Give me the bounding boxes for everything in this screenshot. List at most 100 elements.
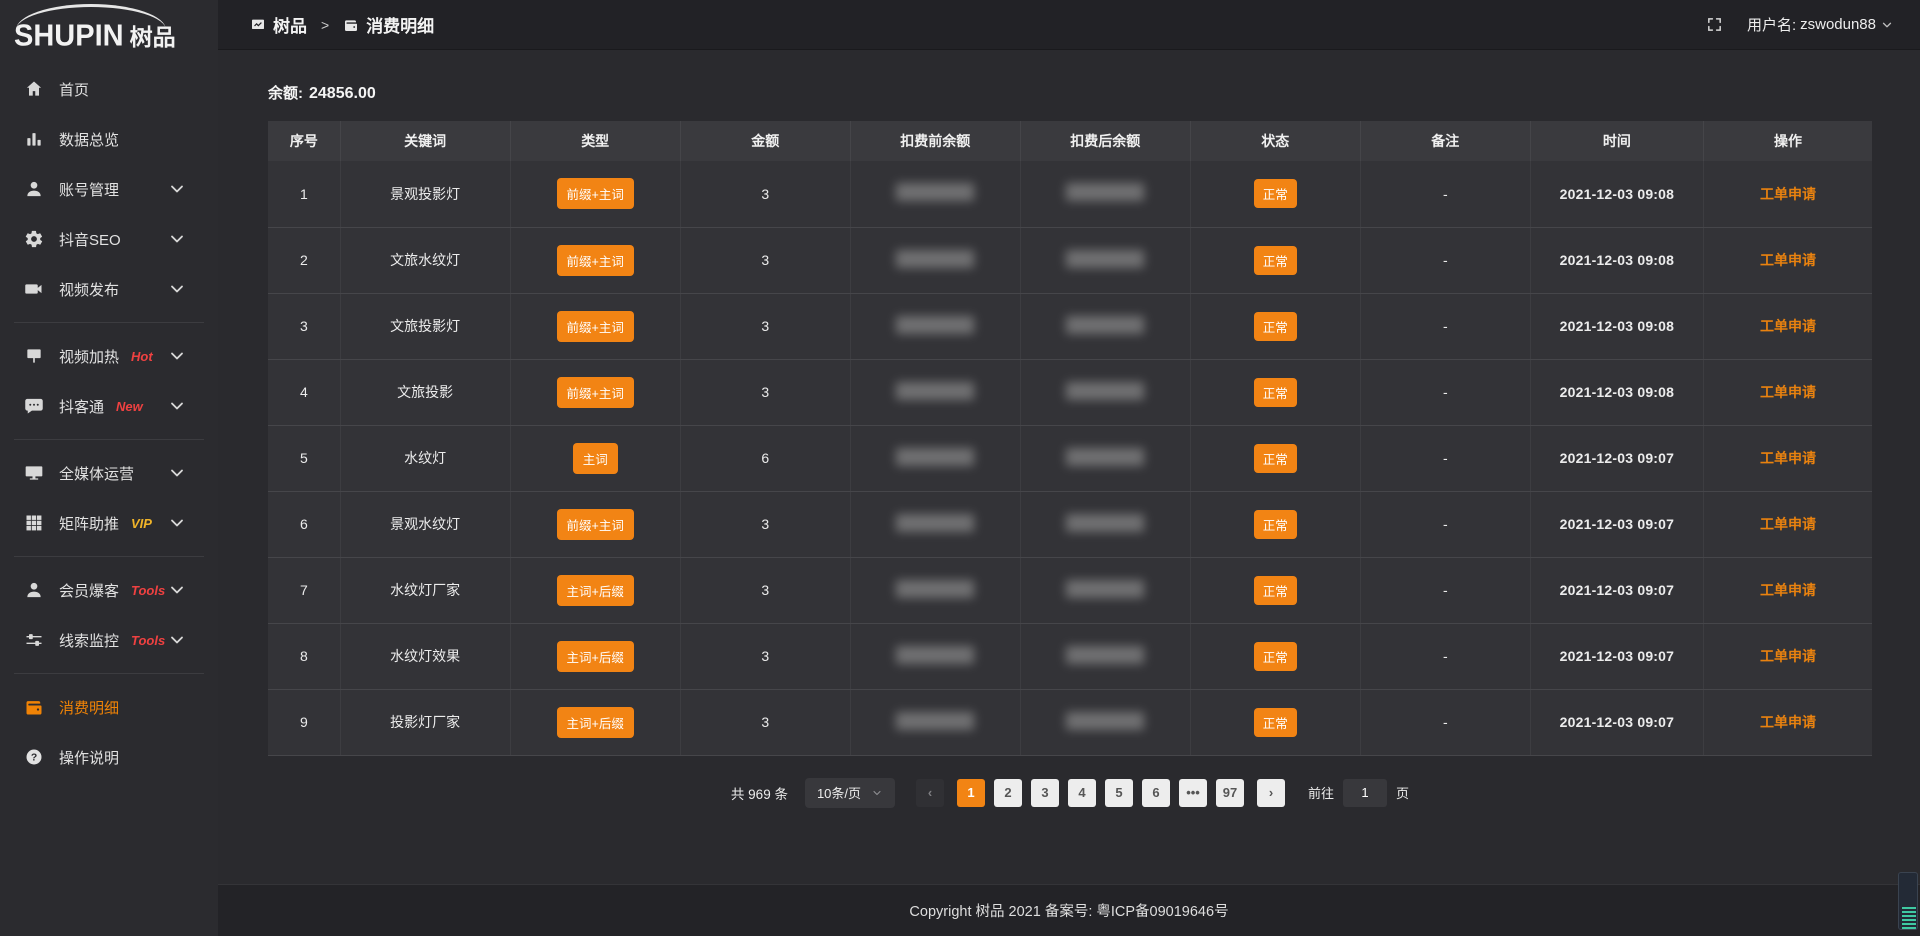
sidebar-item-数据总览[interactable]: 数据总览 bbox=[0, 114, 218, 164]
type-badge: 前缀+主词 bbox=[557, 509, 634, 540]
next-page-button[interactable]: › bbox=[1257, 779, 1285, 807]
type-badge: 前缀+主词 bbox=[557, 245, 634, 276]
status-badge: 正常 bbox=[1254, 179, 1297, 208]
row-amount: 3 bbox=[680, 689, 850, 755]
sidebar-divider bbox=[14, 322, 204, 323]
breadcrumb-item-current[interactable]: 消费明细 bbox=[343, 12, 434, 37]
work-order-link[interactable]: 工单申请 bbox=[1760, 714, 1816, 730]
table-row: 3文旅投影灯前缀+主词3正常-2021-12-03 09:08工单申请 bbox=[268, 293, 1872, 359]
row-pre-balance bbox=[850, 425, 1020, 491]
sidebar-item-消费明细[interactable]: 消费明细 bbox=[0, 682, 218, 732]
work-order-link[interactable]: 工单申请 bbox=[1760, 384, 1816, 400]
row-time: 2021-12-03 09:07 bbox=[1530, 557, 1703, 623]
sidebar-item-账号管理[interactable]: 账号管理 bbox=[0, 164, 218, 214]
row-action: 工单申请 bbox=[1704, 623, 1873, 689]
sidebar-item-label: 抖音SEO bbox=[59, 229, 121, 250]
row-index: 1 bbox=[268, 161, 340, 227]
sidebar-item-label: 视频加热 bbox=[59, 346, 119, 367]
balance-display: 余额:24856.00 bbox=[268, 82, 1872, 103]
sidebar-item-label: 账号管理 bbox=[59, 179, 119, 200]
sidebar-item-label: 抖客通 bbox=[59, 396, 104, 417]
type-badge: 主词+后缀 bbox=[557, 641, 634, 672]
sidebar-item-首页[interactable]: 首页 bbox=[0, 64, 218, 114]
sidebar-item-视频发布[interactable]: 视频发布 bbox=[0, 264, 218, 314]
row-amount: 6 bbox=[680, 425, 850, 491]
censored-balance bbox=[1066, 183, 1144, 201]
work-order-link[interactable]: 工单申请 bbox=[1760, 648, 1816, 664]
column-header: 操作 bbox=[1704, 121, 1873, 161]
goto-page-input[interactable]: 1 bbox=[1343, 779, 1387, 807]
page-button-2[interactable]: 2 bbox=[994, 779, 1022, 807]
page-button-4[interactable]: 4 bbox=[1068, 779, 1096, 807]
row-type: 主词+后缀 bbox=[510, 689, 680, 755]
fullscreen-icon[interactable] bbox=[1706, 16, 1723, 33]
column-header: 序号 bbox=[268, 121, 340, 161]
page-button-1[interactable]: 1 bbox=[957, 779, 985, 807]
row-amount: 3 bbox=[680, 359, 850, 425]
status-badge: 正常 bbox=[1254, 312, 1297, 341]
chevron-down-icon bbox=[167, 630, 187, 650]
page-button-97[interactable]: 97 bbox=[1216, 779, 1244, 807]
row-post-balance bbox=[1020, 161, 1190, 227]
sidebar-item-操作说明[interactable]: ?操作说明 bbox=[0, 732, 218, 782]
row-status: 正常 bbox=[1190, 359, 1360, 425]
page-button-3[interactable]: 3 bbox=[1031, 779, 1059, 807]
sidebar-item-label: 操作说明 bbox=[59, 747, 119, 768]
type-badge: 主词+后缀 bbox=[557, 575, 634, 606]
table-row: 5水纹灯主词6正常-2021-12-03 09:07工单申请 bbox=[268, 425, 1872, 491]
censored-balance bbox=[1066, 382, 1144, 400]
row-action: 工单申请 bbox=[1704, 425, 1873, 491]
page-button-5[interactable]: 5 bbox=[1105, 779, 1133, 807]
row-keyword: 景观投影灯 bbox=[340, 161, 510, 227]
sidebar-item-抖音SEO[interactable]: 抖音SEO bbox=[0, 214, 218, 264]
work-order-link[interactable]: 工单申请 bbox=[1760, 516, 1816, 532]
censored-balance bbox=[1066, 250, 1144, 268]
sidebar-item-抖客通[interactable]: 抖客通New bbox=[0, 381, 218, 431]
more-pages-button[interactable]: ••• bbox=[1179, 779, 1207, 807]
censored-balance bbox=[896, 646, 974, 664]
sidebar-item-矩阵助推[interactable]: 矩阵助推VIP bbox=[0, 498, 218, 548]
sidebar-item-label: 数据总览 bbox=[59, 129, 119, 150]
sidebar-item-视频加热[interactable]: 视频加热Hot bbox=[0, 331, 218, 381]
floating-widget[interactable] bbox=[1898, 872, 1918, 930]
row-status: 正常 bbox=[1190, 491, 1360, 557]
work-order-link[interactable]: 工单申请 bbox=[1760, 252, 1816, 268]
row-time: 2021-12-03 09:07 bbox=[1530, 425, 1703, 491]
page-button-6[interactable]: 6 bbox=[1142, 779, 1170, 807]
row-type: 前缀+主词 bbox=[510, 227, 680, 293]
work-order-link[interactable]: 工单申请 bbox=[1760, 582, 1816, 598]
pagination: 共 969 条10条/页‹123456•••97›前往1页 bbox=[268, 778, 1872, 808]
row-remark: - bbox=[1360, 689, 1530, 755]
row-keyword: 文旅水纹灯 bbox=[340, 227, 510, 293]
column-header: 金额 bbox=[680, 121, 850, 161]
sidebar-item-全媒体运营[interactable]: 全媒体运营 bbox=[0, 448, 218, 498]
sidebar-item-线索监控[interactable]: 线索监控Tools bbox=[0, 615, 218, 665]
censored-balance bbox=[1066, 646, 1144, 664]
censored-balance bbox=[1066, 514, 1144, 532]
work-order-link[interactable]: 工单申请 bbox=[1760, 450, 1816, 466]
breadcrumb-label: 树品 bbox=[273, 12, 307, 37]
page-size-value: 10条/页 bbox=[817, 783, 861, 802]
row-time: 2021-12-03 09:07 bbox=[1530, 491, 1703, 557]
footer: Copyright 树品 2021 备案号: 粤ICP备09019646号 bbox=[218, 884, 1920, 936]
video-camera-icon bbox=[24, 279, 44, 299]
balance-label: 余额: bbox=[268, 85, 303, 102]
row-post-balance bbox=[1020, 359, 1190, 425]
row-index: 2 bbox=[268, 227, 340, 293]
main-content: 余额:24856.00 序号关键词类型金额扣费前余额扣费后余额状态备注时间操作 … bbox=[218, 50, 1920, 884]
row-amount: 3 bbox=[680, 161, 850, 227]
breadcrumb-item-home[interactable]: 树品 bbox=[250, 12, 307, 37]
bar-chart-icon bbox=[24, 129, 44, 149]
work-order-link[interactable]: 工单申请 bbox=[1760, 318, 1816, 334]
home-icon bbox=[24, 79, 44, 99]
sidebar-item-会员爆客[interactable]: 会员爆客Tools bbox=[0, 565, 218, 615]
prev-page-button[interactable]: ‹ bbox=[916, 779, 944, 807]
app-logo[interactable]: SHUPIN 树品 bbox=[0, 0, 218, 58]
row-remark: - bbox=[1360, 359, 1530, 425]
username-display[interactable]: 用户名: zswodun88 bbox=[1747, 14, 1894, 35]
page-size-select[interactable]: 10条/页 bbox=[805, 778, 895, 808]
row-index: 9 bbox=[268, 689, 340, 755]
row-type: 前缀+主词 bbox=[510, 491, 680, 557]
work-order-link[interactable]: 工单申请 bbox=[1760, 186, 1816, 202]
row-index: 3 bbox=[268, 293, 340, 359]
